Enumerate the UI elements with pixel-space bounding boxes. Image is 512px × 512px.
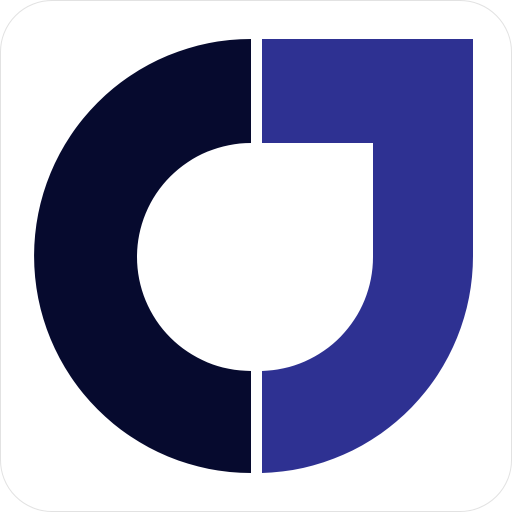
app-icon-tile[interactable] [0, 0, 512, 512]
logo-left-half [34, 39, 251, 473]
brand-logo-icon [34, 39, 474, 473]
logo-right-half [262, 39, 474, 473]
